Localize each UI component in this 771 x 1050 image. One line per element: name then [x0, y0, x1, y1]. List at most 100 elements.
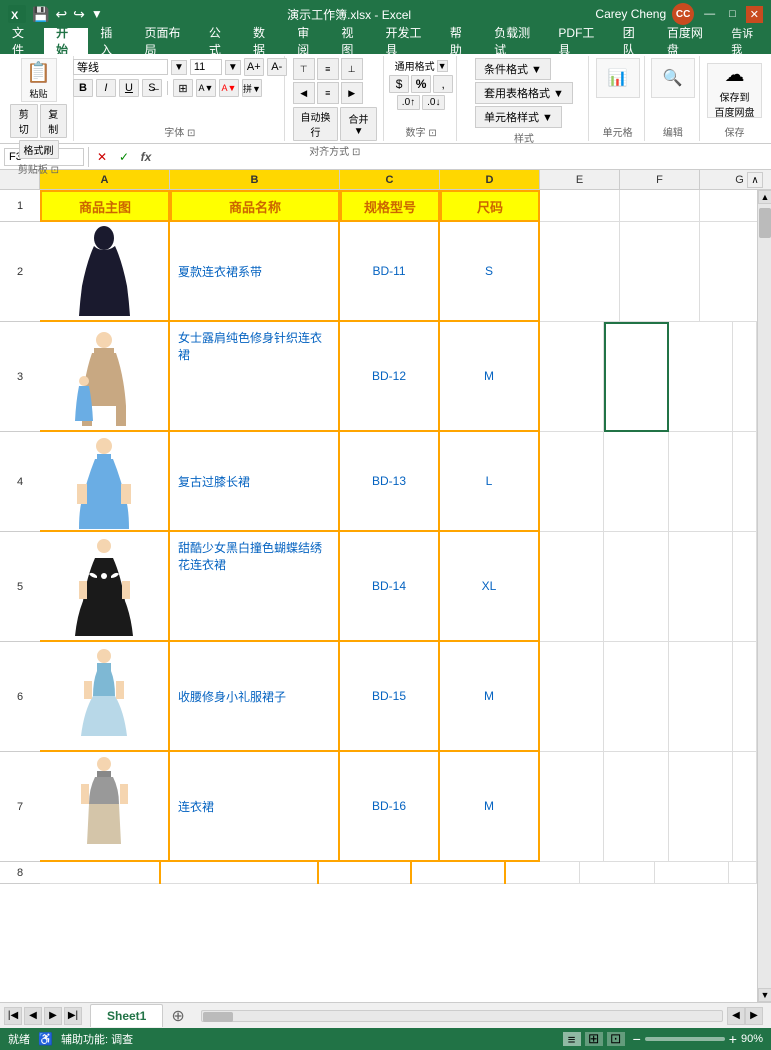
merge-button[interactable]: 合并▼ [340, 107, 377, 141]
cell-g3[interactable] [669, 322, 733, 432]
tab-tell-me[interactable]: 告诉我 [719, 28, 771, 54]
redo-icon[interactable]: ↪ [73, 6, 85, 23]
row-header-2[interactable]: 2 [0, 222, 40, 322]
cell-f4[interactable] [604, 432, 668, 532]
align-right-button[interactable]: ▶ [341, 82, 363, 104]
normal-view-button[interactable]: ≡ [563, 1032, 581, 1046]
ribbon-collapse-button[interactable]: ∧ [747, 172, 763, 188]
cell-a4[interactable] [40, 432, 170, 532]
cell-f6[interactable] [604, 642, 668, 752]
fill-color-button[interactable]: A▼ [196, 79, 216, 97]
format-painter-button[interactable]: 格式刷 [19, 140, 59, 159]
cell-a7[interactable] [40, 752, 170, 862]
sheet-tab-sheet1[interactable]: Sheet1 [90, 1004, 163, 1027]
comma-button[interactable]: , [433, 75, 453, 93]
wrap-text-button[interactable]: 自动换行 [293, 107, 339, 141]
cell-d2[interactable]: S [440, 222, 540, 322]
tab-help[interactable]: 帮助 [438, 28, 482, 54]
close-button[interactable]: ✕ [746, 6, 763, 23]
cancel-formula-icon[interactable]: ✕ [93, 148, 111, 166]
cell-c3[interactable]: BD-12 [340, 322, 440, 432]
scroll-left-button[interactable]: ◀ [727, 1007, 745, 1025]
tab-developer[interactable]: 开发工具 [374, 28, 438, 54]
tab-review[interactable]: 审阅 [285, 28, 329, 54]
cell-a8[interactable] [40, 862, 161, 884]
scroll-up-button[interactable]: ▲ [758, 190, 771, 204]
row-header-7[interactable]: 7 [0, 752, 40, 862]
font-name-input[interactable] [73, 59, 168, 75]
cell-f2[interactable] [620, 222, 700, 322]
minimize-button[interactable]: — [700, 6, 719, 22]
formula-input[interactable] [159, 148, 767, 166]
cell-style-button[interactable]: 单元格样式 ▼ [475, 106, 562, 128]
col-header-b[interactable]: B [170, 170, 340, 189]
cell-c7[interactable]: BD-16 [340, 752, 440, 862]
italic-button[interactable]: I [96, 79, 116, 97]
cell-e7[interactable] [540, 752, 604, 862]
confirm-formula-icon[interactable]: ✓ [115, 148, 133, 166]
tab-file[interactable]: 文件 [0, 28, 44, 54]
vertical-scrollbar[interactable]: ▲ ▼ [757, 190, 771, 1002]
customize-quick-icon[interactable]: ▼ [91, 7, 103, 21]
cell-e3[interactable] [540, 322, 604, 432]
cell-d8[interactable] [412, 862, 505, 884]
cell-h8[interactable] [729, 862, 757, 884]
font-name-dropdown-icon[interactable]: ▼ [171, 60, 187, 75]
font-color-button[interactable]: A▼ [219, 79, 239, 97]
font-size-decrease-button[interactable]: A- [267, 58, 287, 76]
decimal-increase-button[interactable]: .0↑ [397, 95, 420, 110]
cell-d3[interactable]: M [440, 322, 540, 432]
cell-a3[interactable] [40, 322, 170, 432]
cell-d7[interactable]: M [440, 752, 540, 862]
zoom-out-button[interactable]: − [633, 1031, 641, 1047]
cell-h6[interactable] [733, 642, 757, 752]
percent-button[interactable]: % [411, 75, 431, 93]
cell-c5[interactable]: BD-14 [340, 532, 440, 642]
cell-c8[interactable] [319, 862, 412, 884]
row-header-8[interactable]: 8 [0, 862, 40, 884]
tab-view[interactable]: 视图 [329, 28, 373, 54]
scroll-thumb[interactable] [759, 208, 771, 238]
cell-h3[interactable] [733, 322, 757, 432]
cell-f8[interactable] [580, 862, 654, 884]
align-top-button[interactable]: ⊤ [293, 58, 315, 80]
cell-a1[interactable]: 商品主图 [40, 190, 170, 222]
cell-a2[interactable] [40, 222, 170, 322]
font-size-input[interactable] [190, 59, 222, 75]
cell-g6[interactable] [669, 642, 733, 752]
cell-f1[interactable] [620, 190, 700, 222]
cell-c4[interactable]: BD-13 [340, 432, 440, 532]
cell-b1[interactable]: 商品名称 [170, 190, 340, 222]
row-header-3[interactable]: 3 [0, 322, 40, 432]
zoom-in-button[interactable]: + [729, 1031, 737, 1047]
cell-b4[interactable]: 复古过膝长裙 [170, 432, 340, 532]
border-button[interactable]: ⊞ [173, 79, 193, 97]
tab-load-test[interactable]: 负载测试 [482, 28, 546, 54]
align-left-button[interactable]: ◀ [293, 82, 315, 104]
tab-baidu-disk[interactable]: 百度网盘 [655, 28, 719, 54]
scroll-right-button[interactable]: ▶ [745, 1007, 763, 1025]
cell-b6[interactable]: 收腰修身小礼服裙子 [170, 642, 340, 752]
tab-page-layout[interactable]: 页面布局 [133, 28, 197, 54]
cell-g4[interactable] [669, 432, 733, 532]
scroll-down-button[interactable]: ▼ [758, 988, 771, 1002]
decimal-decrease-button[interactable]: .0↓ [422, 95, 445, 110]
copy-button[interactable]: 复制 [40, 104, 68, 138]
cell-d5[interactable]: XL [440, 532, 540, 642]
cell-d6[interactable]: M [440, 642, 540, 752]
cell-b3[interactable]: 女士露肩纯色修身针织连衣裙 [170, 322, 340, 432]
col-header-d[interactable]: D [440, 170, 540, 189]
save-quick-icon[interactable]: 💾 [32, 6, 49, 23]
col-header-f[interactable]: F [620, 170, 700, 189]
cell-e1[interactable] [540, 190, 620, 222]
page-break-view-button[interactable]: ⊡ [607, 1032, 625, 1046]
cell-c1[interactable]: 规格型号 [340, 190, 440, 222]
cell-e5[interactable] [540, 532, 604, 642]
tab-pdf-tools[interactable]: PDF工具 [546, 28, 610, 54]
cell-a5[interactable] [40, 532, 170, 642]
cell-e2[interactable] [540, 222, 620, 322]
font-size-dropdown-icon[interactable]: ▼ [225, 60, 241, 75]
cell-e6[interactable] [540, 642, 604, 752]
bold-button[interactable]: B [73, 79, 93, 97]
row-header-1[interactable]: 1 [0, 190, 40, 222]
